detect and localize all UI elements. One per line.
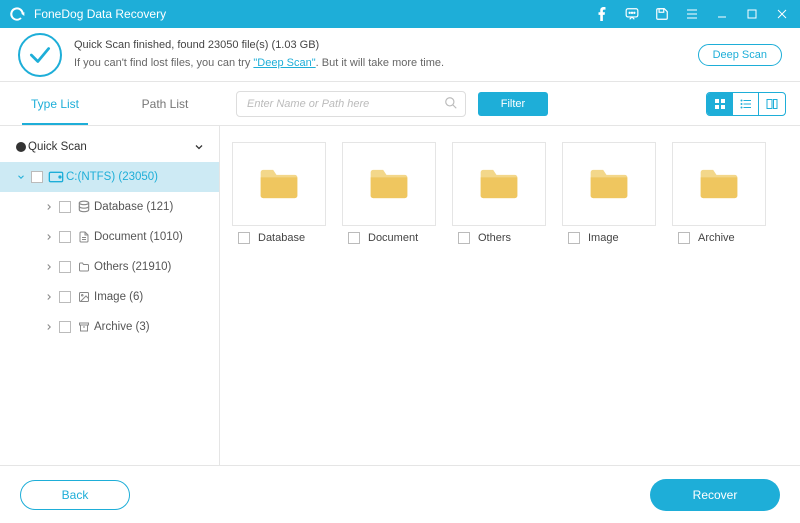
view-mode-group xyxy=(706,92,786,116)
checkmark-icon xyxy=(18,33,62,77)
sidebar-tree: Quick Scan C:(NTFS) (23050) Database (12… xyxy=(0,126,220,465)
back-button[interactable]: Back xyxy=(20,480,130,510)
folder-card-database[interactable]: Database xyxy=(232,142,326,244)
sidebar-item-database[interactable]: Database (121) xyxy=(0,192,219,222)
search-input[interactable] xyxy=(236,91,466,117)
sidebar-item-label: Others (21910) xyxy=(94,261,209,273)
deep-scan-link[interactable]: "Deep Scan" xyxy=(253,57,315,69)
document-icon xyxy=(74,230,94,244)
checkbox[interactable] xyxy=(348,232,360,244)
checkbox[interactable] xyxy=(678,232,690,244)
checkbox[interactable] xyxy=(28,171,46,183)
sidebar-item-image[interactable]: Image (6) xyxy=(0,282,219,312)
image-icon xyxy=(74,291,94,303)
folder-card-document[interactable]: Document xyxy=(342,142,436,244)
sidebar-item-label: Archive (3) xyxy=(94,321,209,333)
hint-suffix: . But it will take more time. xyxy=(316,57,444,69)
folder-icon xyxy=(74,261,94,273)
database-icon xyxy=(74,200,94,214)
sidebar-quick-scan[interactable]: Quick Scan xyxy=(0,132,219,162)
tab-path-list[interactable]: Path List xyxy=(110,82,220,125)
toolbar: Type List Path List Filter xyxy=(0,82,800,126)
folder-label: Archive xyxy=(698,232,735,244)
scan-summary-text: Quick Scan finished, found 23050 file(s)… xyxy=(74,37,698,72)
checkbox[interactable] xyxy=(56,201,74,213)
chevron-right-icon[interactable] xyxy=(42,232,56,242)
list-mode-tabs: Type List Path List xyxy=(0,82,220,125)
folder-card-others[interactable]: Others xyxy=(452,142,546,244)
sidebar-item-archive[interactable]: Archive (3) xyxy=(0,312,219,342)
sidebar-item-document[interactable]: Document (1010) xyxy=(0,222,219,252)
sidebar-item-label: Image (6) xyxy=(94,291,209,303)
checkbox[interactable] xyxy=(458,232,470,244)
checkbox[interactable] xyxy=(56,261,74,273)
hint-prefix: If you can't find lost files, you can tr… xyxy=(74,57,253,69)
deep-scan-button[interactable]: Deep Scan xyxy=(698,44,782,66)
maximize-icon[interactable] xyxy=(744,6,760,22)
app-title: FoneDog Data Recovery xyxy=(34,7,594,21)
checkbox[interactable] xyxy=(56,291,74,303)
folder-label: Document xyxy=(368,232,418,244)
footer: Back Recover xyxy=(0,465,800,523)
tab-type-list[interactable]: Type List xyxy=(0,82,110,125)
view-list-button[interactable] xyxy=(733,93,759,115)
folder-icon xyxy=(562,142,656,226)
drive-icon xyxy=(46,171,66,183)
checkbox[interactable] xyxy=(56,321,74,333)
folder-label: Image xyxy=(588,232,619,244)
filter-button[interactable]: Filter xyxy=(478,92,548,116)
facebook-icon[interactable] xyxy=(594,6,610,22)
drive-label: C:(NTFS) (23050) xyxy=(66,171,209,183)
folder-grid: Database Document Others Image Archive xyxy=(220,126,800,465)
folder-icon xyxy=(232,142,326,226)
chevron-right-icon[interactable] xyxy=(42,262,56,272)
menu-icon[interactable] xyxy=(684,6,700,22)
bullet-icon xyxy=(14,142,28,152)
close-icon[interactable] xyxy=(774,6,790,22)
folder-card-image[interactable]: Image xyxy=(562,142,656,244)
checkbox[interactable] xyxy=(568,232,580,244)
folder-icon xyxy=(342,142,436,226)
sidebar-drive-c[interactable]: C:(NTFS) (23050) xyxy=(0,162,219,192)
chevron-right-icon[interactable] xyxy=(42,322,56,332)
summary-suffix: ) xyxy=(316,39,320,51)
view-preview-button[interactable] xyxy=(759,93,785,115)
folder-label: Others xyxy=(478,232,511,244)
chevron-right-icon[interactable] xyxy=(42,292,56,302)
chevron-down-icon[interactable] xyxy=(193,141,209,153)
app-logo-icon xyxy=(8,5,26,23)
titlebar: FoneDog Data Recovery xyxy=(0,0,800,28)
minimize-icon[interactable] xyxy=(714,6,730,22)
save-icon[interactable] xyxy=(654,6,670,22)
sidebar-item-others[interactable]: Others (21910) xyxy=(0,252,219,282)
sidebar-item-label: Document (1010) xyxy=(94,231,209,243)
folder-icon xyxy=(452,142,546,226)
chevron-right-icon[interactable] xyxy=(42,202,56,212)
archive-icon xyxy=(74,321,94,333)
summary-prefix: Quick Scan finished, found xyxy=(74,39,208,51)
found-file-count: 23050 xyxy=(208,39,239,51)
feedback-icon[interactable] xyxy=(624,6,640,22)
titlebar-actions xyxy=(594,6,790,22)
sidebar-item-label: Database (121) xyxy=(94,201,209,213)
folder-icon xyxy=(672,142,766,226)
recover-button[interactable]: Recover xyxy=(650,479,780,511)
summary-mid: file(s) ( xyxy=(239,39,276,51)
checkbox[interactable] xyxy=(56,231,74,243)
view-grid-button[interactable] xyxy=(707,93,733,115)
quick-scan-label: Quick Scan xyxy=(28,141,193,153)
search-wrapper xyxy=(236,91,466,117)
chevron-down-icon[interactable] xyxy=(14,172,28,182)
folder-label: Database xyxy=(258,232,305,244)
scan-summary: Quick Scan finished, found 23050 file(s)… xyxy=(0,28,800,82)
checkbox[interactable] xyxy=(238,232,250,244)
search-icon[interactable] xyxy=(444,96,458,110)
folder-card-archive[interactable]: Archive xyxy=(672,142,766,244)
found-total-size: 1.03 GB xyxy=(275,39,315,51)
